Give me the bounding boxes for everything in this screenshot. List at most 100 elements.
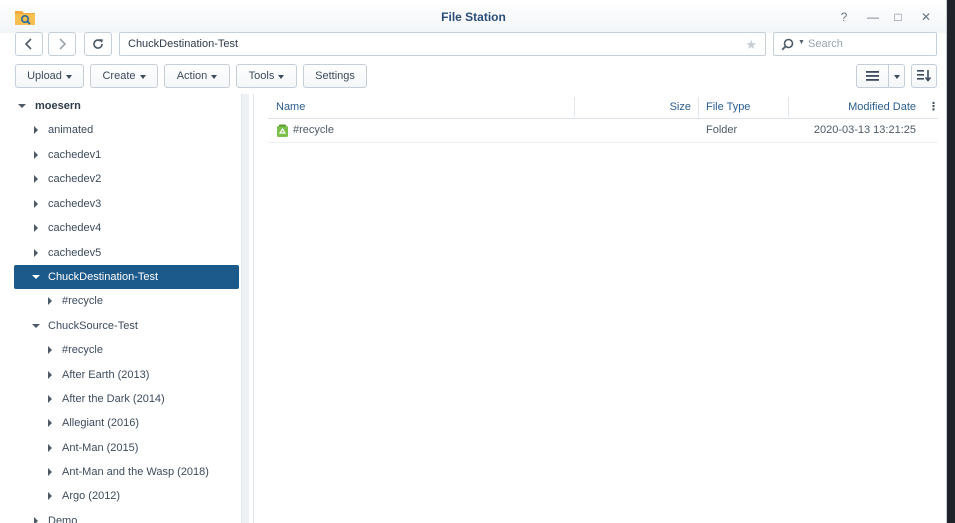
collapsed-arrow-icon[interactable] — [34, 200, 38, 208]
tree-item[interactable]: #recycle — [14, 338, 239, 362]
tree-item[interactable]: After the Dark (2014) — [14, 387, 239, 411]
file-modified-date: 2020-03-13 13:21:25 — [813, 124, 916, 136]
tree-item[interactable]: cachedev4 — [14, 216, 239, 240]
expanded-arrow-icon[interactable] — [32, 324, 40, 328]
tree-item-label: Demo — [48, 515, 78, 523]
caret-down-icon — [139, 74, 146, 79]
tree-item[interactable]: #recycle — [14, 289, 239, 313]
recycle-folder-icon — [277, 124, 288, 137]
caret-down-icon — [278, 74, 285, 79]
column-separator[interactable] — [698, 97, 699, 117]
action-button[interactable]: Action — [164, 64, 230, 88]
file-list-header: Name Size File Type Modified Date ⋮ — [268, 95, 939, 119]
tree-item[interactable]: Argo (2012) — [14, 484, 239, 508]
sort-icon — [917, 70, 931, 82]
tree-item[interactable]: Ant-Man and the Wasp (2018) — [14, 460, 239, 484]
column-separator[interactable] — [788, 97, 789, 117]
column-name[interactable]: Name — [276, 95, 305, 119]
tree-item[interactable]: Allegiant (2016) — [14, 411, 239, 435]
tree-item-label: cachedev5 — [48, 247, 102, 259]
tools-label: Tools — [248, 70, 275, 82]
tree-item-label: Allegiant (2016) — [62, 417, 140, 429]
view-mode-button[interactable] — [856, 64, 889, 88]
collapsed-arrow-icon[interactable] — [48, 492, 52, 500]
tree-item-chuckdestination-test[interactable]: ChuckDestination-Test — [14, 265, 239, 289]
forward-button[interactable] — [48, 32, 76, 56]
path-bar[interactable]: ChuckDestination-Test ★ — [119, 32, 766, 56]
tree-item[interactable]: cachedev3 — [14, 192, 239, 216]
tree-item-label: ChuckDestination-Test — [48, 271, 159, 283]
tree-item[interactable]: animated — [14, 118, 239, 142]
column-separator[interactable] — [574, 97, 575, 117]
favorite-star-icon[interactable]: ★ — [745, 37, 757, 53]
caret-down-icon — [893, 74, 900, 79]
collapsed-arrow-icon[interactable] — [34, 249, 38, 257]
settings-button[interactable]: Settings — [303, 64, 367, 88]
view-mode-dropdown[interactable] — [888, 64, 905, 88]
tree-item-label: cachedev1 — [48, 149, 102, 161]
action-label: Action — [176, 70, 208, 82]
search-options-caret-icon[interactable]: ▼ — [798, 39, 805, 46]
caret-down-icon — [211, 74, 218, 79]
upload-button[interactable]: Upload — [15, 64, 84, 88]
tree-item-label: animated — [48, 124, 94, 136]
minimize-icon[interactable]: — — [865, 9, 881, 25]
sort-button[interactable] — [911, 64, 937, 88]
tree-scrollbar[interactable] — [241, 94, 249, 523]
title-bar[interactable]: File Station ? — □ ✕ — [0, 0, 946, 33]
tree-item-label: Argo (2012) — [62, 490, 121, 502]
folder-tree: moesern animated cachedev1 cachedev2 cac… — [0, 94, 240, 523]
collapsed-arrow-icon[interactable] — [34, 175, 38, 183]
tree-root-moesern[interactable]: moesern — [14, 94, 239, 118]
tree-item[interactable]: cachedev2 — [14, 167, 239, 191]
collapsed-arrow-icon[interactable] — [48, 395, 52, 403]
file-name: #recycle — [293, 124, 334, 136]
refresh-button[interactable] — [84, 32, 112, 56]
create-button[interactable]: Create — [90, 64, 158, 88]
pane-divider[interactable] — [253, 94, 254, 523]
collapsed-arrow-icon[interactable] — [34, 151, 38, 159]
collapsed-arrow-icon[interactable] — [34, 224, 38, 232]
collapsed-arrow-icon[interactable] — [48, 444, 52, 452]
back-button[interactable] — [15, 32, 43, 56]
table-row[interactable]: #recycle Folder 2020-03-13 13:21:25 — [268, 119, 938, 143]
column-size[interactable]: Size — [578, 95, 691, 119]
expanded-arrow-icon[interactable] — [32, 275, 40, 279]
collapsed-arrow-icon[interactable] — [48, 346, 52, 354]
search-input[interactable]: ▼ Search — [773, 32, 937, 56]
tree-item-chucksource-test[interactable]: ChuckSource-Test — [14, 314, 239, 338]
help-icon[interactable]: ? — [836, 9, 852, 25]
settings-label: Settings — [315, 70, 355, 82]
maximize-icon[interactable]: □ — [890, 9, 906, 25]
chevron-right-icon — [59, 38, 67, 50]
close-icon[interactable]: ✕ — [918, 9, 934, 25]
tree-item[interactable]: cachedev5 — [14, 241, 239, 265]
tree-item[interactable]: cachedev1 — [14, 143, 239, 167]
tree-item[interactable]: After Earth (2013) — [14, 363, 239, 387]
collapsed-arrow-icon[interactable] — [48, 371, 52, 379]
refresh-icon — [93, 39, 103, 49]
file-size — [578, 119, 691, 143]
collapsed-arrow-icon[interactable] — [34, 126, 38, 134]
column-file-type[interactable]: File Type — [706, 95, 750, 119]
tree-item-label: cachedev4 — [48, 222, 102, 234]
caret-down-icon — [65, 74, 72, 79]
upload-label: Upload — [27, 70, 62, 82]
tools-button[interactable]: Tools — [236, 64, 297, 88]
expanded-arrow-icon[interactable] — [18, 104, 26, 108]
collapsed-arrow-icon[interactable] — [48, 468, 52, 476]
column-modified-date[interactable]: Modified Date — [792, 95, 916, 119]
tree-item-label: Ant-Man and the Wasp (2018) — [62, 466, 209, 478]
tree-item-label: #recycle — [62, 344, 103, 356]
list-view-icon — [866, 71, 879, 81]
collapsed-arrow-icon[interactable] — [48, 419, 52, 427]
collapsed-arrow-icon[interactable] — [48, 297, 52, 305]
collapsed-arrow-icon[interactable] — [34, 517, 38, 523]
column-options-icon[interactable]: ⋮ — [928, 95, 939, 119]
tree-root-label: moesern — [35, 100, 81, 112]
tree-item[interactable]: Demo — [14, 509, 239, 523]
tree-item[interactable]: Ant-Man (2015) — [14, 436, 239, 460]
tree-item-label: Ant-Man (2015) — [62, 442, 139, 454]
tree-item-label: cachedev3 — [48, 198, 102, 210]
tree-item-label: After the Dark (2014) — [62, 393, 165, 405]
